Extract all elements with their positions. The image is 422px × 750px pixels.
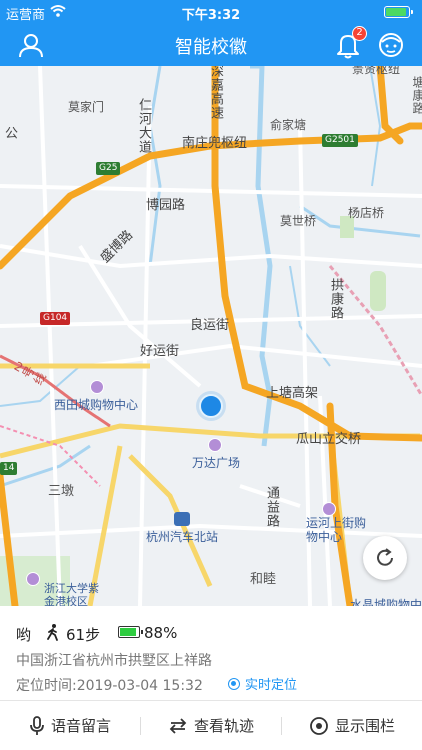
status-time: 下午3:32: [181, 8, 241, 23]
highway-shield-14: 14: [0, 462, 18, 475]
view-track-button[interactable]: 查看轨迹: [141, 701, 281, 750]
map-label-hangzhoubus[interactable]: 杭州汽车北站: [146, 528, 218, 545]
walking-icon: [47, 624, 58, 641]
show-fence-label: 显示围栏: [334, 717, 395, 735]
map-label-renhedadao: 仁河大道: [136, 98, 151, 154]
bus-icon: [174, 512, 190, 526]
map-label-yangdianqiao: 杨店桥: [348, 206, 385, 220]
device-battery-icon: [118, 626, 143, 638]
map-view[interactable]: G25 G2501 G104 14 莫家门 仁河大道 深嘉高速 南庄兜枢纽 俞家…: [0, 66, 422, 606]
shopping-icon: [322, 502, 336, 516]
map-label-guashanlijiaoqiao: 瓜山立交桥: [296, 432, 362, 447]
view-track-label: 查看轨迹: [193, 717, 254, 735]
map-label-bowuyuanlu: 博园路: [146, 198, 186, 213]
swap-arrows-icon: [169, 717, 187, 734]
highway-shield-g104: G104: [40, 312, 71, 325]
location-dot-icon[interactable]: [199, 394, 223, 418]
shopping-icon: [90, 380, 104, 394]
map-label-liangyunjie: 良运街: [190, 318, 230, 333]
map-label-tongyilu: 通益路: [264, 486, 279, 528]
device-name: 哟: [16, 626, 32, 644]
refresh-icon: [377, 548, 393, 566]
voice-message-label: 语音留言: [50, 717, 111, 735]
map-label-santun: 三墩: [48, 484, 75, 499]
map-label-tangkang: 塘康路: [411, 76, 422, 115]
map-label-wandaguangchang[interactable]: 万达广场: [192, 454, 240, 471]
map-label-shangtanggaojia: 上塘高架: [266, 386, 319, 401]
face-icon[interactable]: [376, 30, 406, 60]
map-label-yujiatang: 俞家塘: [270, 118, 307, 132]
target-icon: [228, 678, 240, 690]
refresh-button[interactable]: [363, 536, 407, 580]
microphone-icon: [30, 715, 44, 735]
map-label-mojiamen: 莫家门: [68, 100, 105, 114]
map-label-shenjiagaosu: 深嘉高速: [208, 66, 223, 120]
highway-shield-g25: G25: [96, 162, 121, 175]
map-label-zhedazijin[interactable]: 浙江大学紫金港校区: [44, 582, 104, 606]
map-label-xixicheng[interactable]: 西田城购物中心: [54, 396, 138, 413]
realtime-label: 实时定位: [245, 678, 298, 693]
map-label-jingxiang: 景贤枢纽: [352, 66, 401, 76]
notification-badge: 2: [352, 26, 367, 41]
map-label-heshu: 和睦: [250, 572, 277, 587]
location-address: 中国浙江省杭州市拱墅区上祥路: [16, 653, 212, 669]
battery-percent: 88%: [144, 624, 178, 642]
voice-message-button[interactable]: 语音留言: [0, 701, 140, 750]
realtime-location-button[interactable]: 实时定位: [228, 674, 297, 693]
fence-target-icon: [310, 716, 328, 735]
map-label-nanzhuangdou: 南庄兜枢纽: [182, 136, 248, 151]
bottom-toolbar: 语音留言 查看轨迹 显示围栏: [0, 701, 422, 750]
step-count: 61步: [66, 626, 101, 644]
map-label-yunheshang[interactable]: 运河上街购物中心: [306, 516, 366, 544]
map-label-haoyunjie: 好运街: [140, 344, 180, 359]
status-bar: 运营商 下午3:32: [0, 0, 422, 24]
nav-bar: 智能校徽 2: [0, 24, 422, 66]
show-fence-button[interactable]: 显示围栏: [282, 701, 422, 750]
device-info-panel: 哟 61步 88% 中国浙江省杭州市拱墅区上祥路 定位时间:2019-03-04…: [0, 606, 422, 700]
map-label-gongkang: 拱康路: [328, 278, 343, 320]
shopping-icon: [208, 438, 222, 452]
battery-icon: [384, 6, 413, 18]
map-label-shuijingcheng[interactable]: 水晶城购物中心: [350, 596, 422, 606]
map-label-gong: 公: [2, 126, 17, 140]
highway-shield-g2501: G2501: [322, 134, 358, 147]
map-label-moshiqiao: 莫世桥: [280, 214, 317, 228]
location-time: 定位时间:2019-03-04 15:32: [16, 678, 203, 694]
school-icon: [26, 572, 40, 586]
